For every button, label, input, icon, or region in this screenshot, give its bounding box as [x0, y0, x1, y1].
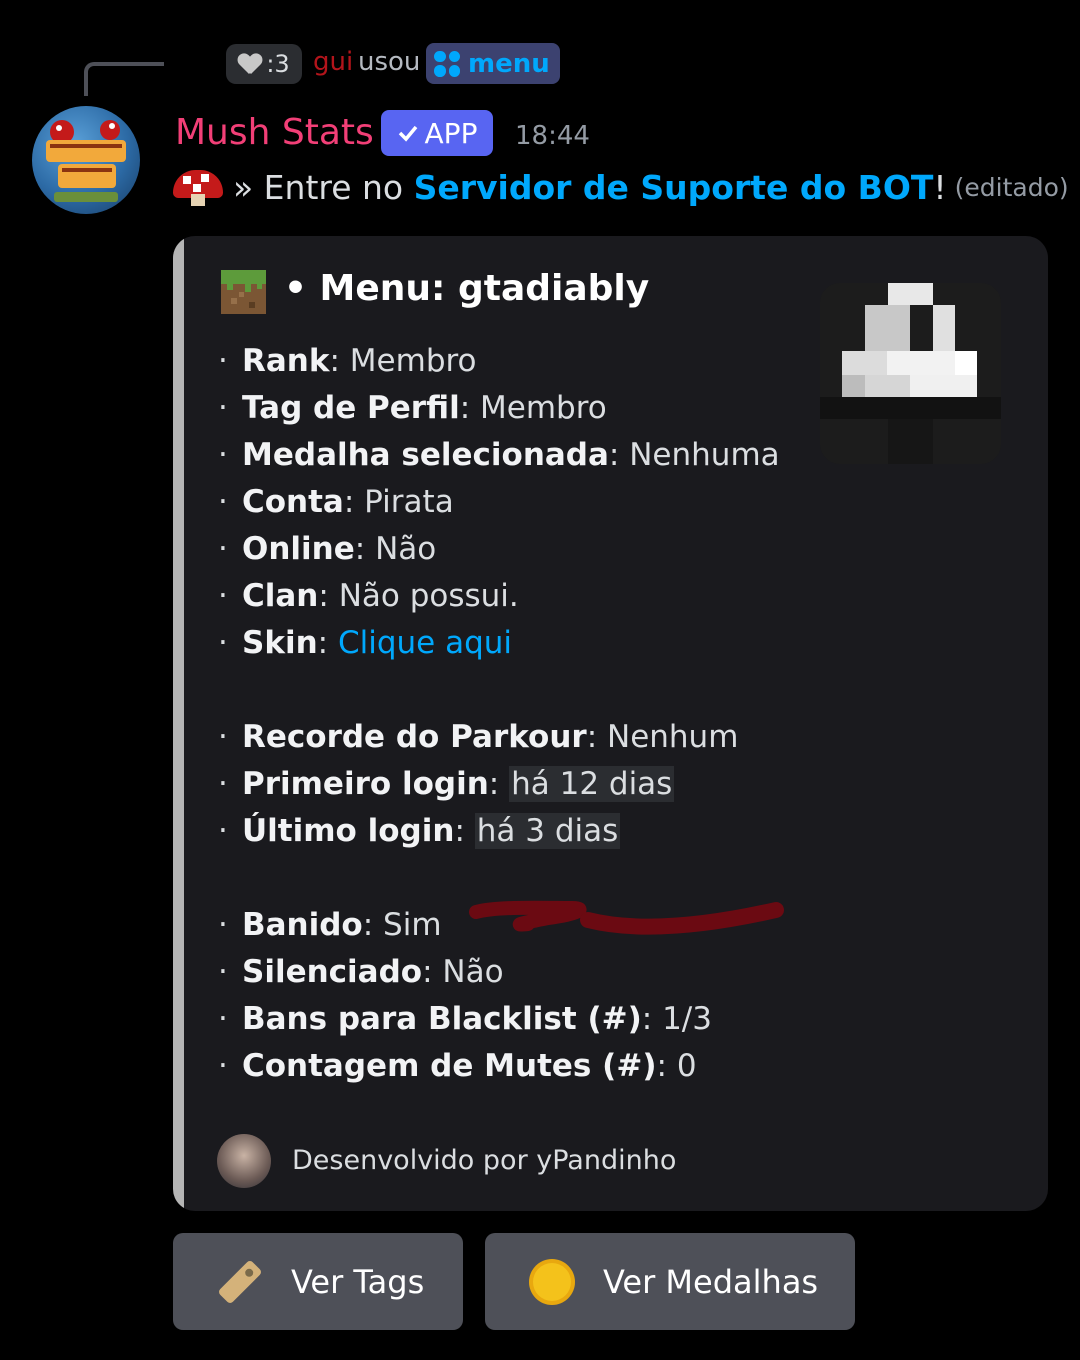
- field-spacer: [218, 855, 818, 902]
- bullet: ·: [218, 437, 228, 473]
- message-content: » Entre no Servidor de Suporte do BOT ! …: [173, 168, 1069, 207]
- embed-field-label: Primeiro login: [242, 766, 489, 802]
- embed-field-value: Não: [442, 954, 504, 990]
- bullet: ·: [218, 1001, 228, 1037]
- embed-field: · Recorde do Parkour: Nenhum: [218, 714, 818, 761]
- embed-field: · Contagem de Mutes (#): 0: [218, 1043, 818, 1090]
- embed-field-value: Não possui.: [338, 578, 519, 614]
- view-medals-label: Ver Medalhas: [603, 1262, 819, 1301]
- app-badge: APP: [381, 110, 493, 156]
- embed-field-value: 0: [676, 1048, 697, 1084]
- reply-connector-line: [84, 62, 164, 96]
- bot-name[interactable]: Mush Stats: [175, 112, 374, 153]
- embed-field: · Skin: Clique aqui: [218, 620, 818, 667]
- embed-field-label: Conta: [242, 484, 344, 520]
- embed-fields: · Rank: Membro · Tag de Perfil: Membro · Meda…: [218, 338, 818, 1090]
- embed-field-value: Nenhum: [607, 719, 739, 755]
- bullet: ·: [218, 484, 228, 520]
- embed-field-value: Sim: [383, 907, 442, 943]
- embed-field: · Rank: Membro: [218, 338, 818, 385]
- command-used-text: usou: [358, 47, 421, 77]
- embed-field-value: 1/3: [662, 1001, 712, 1037]
- embed-field-label: Skin: [242, 625, 318, 661]
- embed-field: · Clan: Não possui.: [218, 573, 818, 620]
- embed-field-label: Contagem de Mutes (#): [242, 1048, 657, 1084]
- embed-field: · Silenciado: Não: [218, 949, 818, 996]
- message-timestamp[interactable]: 18:44: [515, 121, 590, 151]
- view-tags-label: Ver Tags: [291, 1262, 425, 1301]
- embed-field-label: Último login: [242, 813, 455, 849]
- slash-command-chip[interactable]: menu: [426, 43, 560, 84]
- skin-thumbnail[interactable]: [820, 283, 1001, 464]
- embed-field: · Online: Não: [218, 526, 818, 573]
- embed-field-label: Tag de Perfil: [242, 390, 460, 426]
- embed-field-label: Clan: [242, 578, 319, 614]
- embed-field-value: Não: [375, 531, 437, 567]
- tag-icon: [205, 1246, 276, 1317]
- embed-field: · Último login: há 3 dias: [218, 808, 818, 855]
- embed-field-value: há 12 dias: [509, 766, 675, 802]
- redaction-scribble: [469, 900, 784, 935]
- bullet: ·: [218, 766, 228, 802]
- bullet: ·: [218, 343, 228, 379]
- embed-field-value: Membro: [480, 390, 607, 426]
- bullet: ·: [218, 907, 228, 943]
- bullet: ·: [218, 578, 228, 614]
- medal-icon: [527, 1257, 577, 1307]
- embed-field: · Conta: Pirata: [218, 479, 818, 526]
- message-suffix: !: [933, 168, 947, 207]
- embed-field: · Bans para Blacklist (#): 1/3: [218, 996, 818, 1043]
- bot-avatar[interactable]: [32, 106, 140, 214]
- command-user-avatar[interactable]: :3: [226, 44, 302, 84]
- footer-developer-avatar: [217, 1134, 271, 1188]
- mushroom-icon: [173, 169, 223, 206]
- bullet: ·: [218, 1048, 228, 1084]
- embed-field-value: há 3 dias: [474, 813, 621, 849]
- embed-field-value: Membro: [349, 343, 477, 379]
- embed-field-value[interactable]: Clique aqui: [338, 625, 512, 661]
- view-medals-button[interactable]: Ver Medalhas: [485, 1233, 855, 1330]
- edited-label: (editado): [954, 173, 1069, 202]
- embed-field-value: Nenhuma: [629, 437, 780, 473]
- slash-command-name: menu: [468, 48, 550, 79]
- message-prefix: » Entre no: [233, 168, 414, 207]
- field-spacer: [218, 667, 818, 714]
- embed-footer-text: Desenvolvido por yPandinho: [292, 1145, 677, 1176]
- bullet: ·: [218, 390, 228, 426]
- slash-command-icon: [434, 50, 460, 77]
- embed-field-label: Silenciado: [242, 954, 423, 990]
- command-user-name[interactable]: gui: [313, 47, 353, 77]
- command-user-avatar-text: :3: [266, 50, 290, 78]
- bullet: ·: [218, 625, 228, 661]
- embed-field-label: Medalha selecionada: [242, 437, 609, 473]
- bullet: ·: [218, 813, 228, 849]
- embed-field-label: Recorde do Parkour: [242, 719, 587, 755]
- heart-icon: [238, 54, 262, 74]
- bullet: ·: [218, 719, 228, 755]
- app-badge-label: APP: [424, 116, 478, 150]
- checkmark-icon: [398, 125, 417, 142]
- embed-field-label: Rank: [242, 343, 330, 379]
- embed-field: · Tag de Perfil: Membro: [218, 385, 818, 432]
- embed-field-label: Bans para Blacklist (#): [242, 1001, 642, 1037]
- embed-field: · Medalha selecionada: Nenhuma: [218, 432, 818, 479]
- embed-field-value: Pirata: [364, 484, 454, 520]
- support-server-link[interactable]: Servidor de Suporte do BOT: [414, 168, 934, 207]
- skin-head-image: [820, 283, 1001, 464]
- embed-field-label: Banido: [242, 907, 363, 943]
- bullet: ·: [218, 954, 228, 990]
- bot-avatar-art: [46, 120, 126, 202]
- grass-block-icon: [221, 270, 266, 314]
- bullet: ·: [218, 531, 228, 567]
- embed-title: • Menu: gtadiably: [284, 268, 650, 309]
- view-tags-button[interactable]: Ver Tags: [173, 1233, 463, 1330]
- embed-field: · Primeiro login: há 12 dias: [218, 761, 818, 808]
- embed-accent-bar: [173, 236, 184, 1211]
- embed-field-label: Online: [242, 531, 355, 567]
